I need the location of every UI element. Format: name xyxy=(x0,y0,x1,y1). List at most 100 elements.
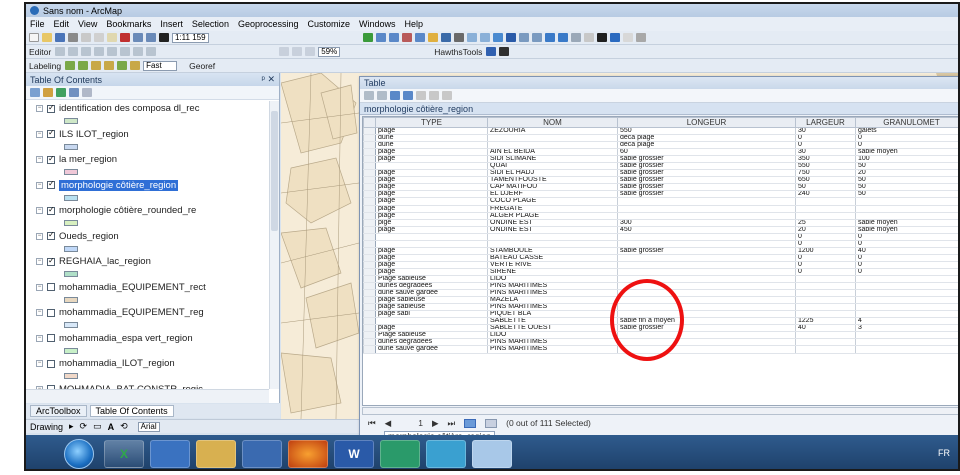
cell-largeur[interactable]: 0 xyxy=(795,261,856,269)
table-row[interactable]: plage SIDI SLIMANE sable grossier 350 100 xyxy=(363,155,958,164)
cell-granulomet[interactable]: 0 xyxy=(855,240,958,248)
table-row[interactable]: dune deca plage 0 0 xyxy=(363,134,958,143)
row-selector[interactable] xyxy=(363,247,376,255)
map-scale-combo[interactable]: 1:11 159 xyxy=(172,32,209,43)
collapse-icon[interactable]: − xyxy=(36,105,43,112)
cell-granulomet[interactable] xyxy=(855,275,958,284)
full-extent-icon[interactable] xyxy=(505,33,516,42)
list-by-drawing-order-icon[interactable] xyxy=(30,88,40,97)
cell-type[interactable]: plage xyxy=(375,169,488,178)
toc-layer-item[interactable]: − mohammadia_ILOT_region xyxy=(26,356,269,382)
cell-largeur[interactable]: 25 xyxy=(795,219,856,227)
layer-symbol-swatch[interactable] xyxy=(64,143,78,150)
cell-type[interactable]: plage xyxy=(375,127,488,136)
clear-selection-icon[interactable] xyxy=(583,33,594,42)
cell-nom[interactable]: PIQUET BLA xyxy=(487,310,618,319)
cell-largeur[interactable]: 0 xyxy=(795,254,856,262)
menu-insert[interactable]: Insert xyxy=(160,19,183,29)
cell-type[interactable]: plage xyxy=(375,148,488,157)
cell-largeur[interactable] xyxy=(795,331,856,340)
cell-granulomet[interactable]: 100 xyxy=(855,155,958,164)
menu-selection[interactable]: Selection xyxy=(192,19,229,29)
cell-nom[interactable]: ZEZOURIA xyxy=(487,127,618,136)
cell-nom[interactable]: SIDI SLIMANE xyxy=(487,155,618,164)
layer-name[interactable]: mohammadia_espa vert_region xyxy=(59,333,193,344)
layer-name[interactable]: morphologie côtière_rounded_re xyxy=(59,205,196,216)
layer-visibility-checkbox[interactable] xyxy=(47,256,55,266)
table-row[interactable]: 00 xyxy=(363,240,958,248)
cell-nom[interactable]: FRÉGATE xyxy=(487,205,618,213)
cell-nom[interactable] xyxy=(487,134,618,143)
toc-layer-item[interactable]: − mohammadia_EQUIPEMENT_rect xyxy=(26,280,269,306)
row-selector[interactable] xyxy=(363,268,376,276)
label-priority-icon[interactable] xyxy=(78,61,89,70)
table-row[interactable]: 00 xyxy=(363,233,958,241)
cell-nom[interactable]: STAMBOULE xyxy=(487,247,618,255)
cell-type[interactable]: dune sauve gardée xyxy=(375,345,488,354)
lock-labels-icon[interactable] xyxy=(104,61,115,70)
cell-longeur[interactable] xyxy=(617,268,796,276)
hawths-tool-icon[interactable] xyxy=(486,47,497,56)
layer-visibility-checkbox[interactable] xyxy=(47,154,55,164)
table-row[interactable]: QUAI sable grossier 550 50 xyxy=(363,162,958,171)
toc-options-icon[interactable] xyxy=(82,88,92,97)
collapse-icon[interactable]: − xyxy=(36,181,43,189)
table-row[interactable]: plage VERTE RIVE 0 0 xyxy=(363,261,958,269)
cell-nom[interactable]: PINS MARITIMES xyxy=(487,345,618,354)
row-selector[interactable] xyxy=(363,212,376,220)
table-row[interactable]: plage ONDINE EST 450 20 sable moyen xyxy=(363,226,958,234)
print-icon[interactable] xyxy=(68,33,78,42)
row-selector[interactable] xyxy=(363,310,376,319)
table-horizontal-scrollbar[interactable] xyxy=(362,407,958,415)
table-row[interactable]: plage EL DJERF sable grossier 240 50 xyxy=(363,190,958,199)
layout-tool-icon[interactable] xyxy=(305,47,316,56)
cell-type[interactable]: plage xyxy=(375,176,488,185)
new-document-icon[interactable] xyxy=(29,33,39,42)
tab-table-of-contents[interactable]: Table Of Contents xyxy=(89,405,174,417)
cell-longeur[interactable]: sable grossier xyxy=(617,176,796,185)
cell-nom[interactable] xyxy=(487,240,618,248)
toc-layer-item[interactable]: − mohammadia_EQUIPEMENT_reg xyxy=(26,305,269,331)
cell-largeur[interactable]: 550 xyxy=(795,162,856,171)
switch-selection-icon[interactable] xyxy=(403,91,413,100)
language-indicator[interactable]: FR xyxy=(938,448,950,458)
toc-layer-item[interactable]: − MOHMADIA_BAT-CONSTR_regic xyxy=(26,382,269,389)
cell-granulomet[interactable]: 0 xyxy=(855,233,958,241)
table-row[interactable]: plage SIRÈNE 0 0 xyxy=(363,268,958,276)
menu-customize[interactable]: Customize xyxy=(308,19,351,29)
last-record-button[interactable]: ⏭ xyxy=(447,418,455,429)
cell-type[interactable]: plage sableuse xyxy=(375,296,488,305)
split-icon[interactable] xyxy=(107,47,118,56)
cell-granulomet[interactable]: 50 xyxy=(855,176,958,185)
cell-nom[interactable] xyxy=(487,141,618,150)
layer-name[interactable]: mohammadia_EQUIPEMENT_reg xyxy=(59,307,204,318)
cell-type[interactable]: plage xyxy=(375,155,488,164)
cell-type[interactable] xyxy=(375,240,488,248)
taskbar-app-icon[interactable] xyxy=(380,440,420,468)
hawths-tool-icon[interactable] xyxy=(499,47,510,56)
cell-type[interactable]: plage xyxy=(375,254,488,262)
cell-granulomet[interactable] xyxy=(855,289,958,298)
rotate-icon[interactable]: ⟳ xyxy=(80,421,88,432)
menu-bookmarks[interactable]: Bookmarks xyxy=(106,19,151,29)
layer-symbol-swatch[interactable] xyxy=(64,245,78,252)
copy-icon[interactable] xyxy=(94,33,104,42)
delete-selected-icon[interactable] xyxy=(429,91,439,100)
rotate-icon[interactable] xyxy=(120,47,131,56)
row-selector[interactable] xyxy=(363,197,376,206)
label-weight-icon[interactable] xyxy=(91,61,102,70)
row-selector[interactable] xyxy=(363,148,376,157)
georeferencing-menu[interactable]: Georef xyxy=(189,61,215,71)
table-row[interactable]: plage STAMBOULE sable grossier 1200 40 xyxy=(363,247,958,255)
cell-largeur[interactable]: 750 xyxy=(795,169,856,178)
table-row[interactable]: plage TAMENTFOUSTE sable grossier 650 50 xyxy=(363,176,958,185)
cell-nom[interactable]: BATEAU CASSÉ xyxy=(487,254,618,262)
layer-symbol-swatch[interactable] xyxy=(64,296,78,303)
cell-granulomet[interactable] xyxy=(855,303,958,312)
taskbar-window-icon[interactable] xyxy=(242,440,282,468)
attribute-grid[interactable]: TYPE NOM LONGEUR LARGEUR GRANULOMET plag… xyxy=(362,116,958,406)
cell-largeur[interactable] xyxy=(795,296,856,305)
row-selector[interactable] xyxy=(363,296,376,305)
cell-longeur[interactable] xyxy=(617,240,796,248)
row-selector[interactable] xyxy=(363,162,376,171)
